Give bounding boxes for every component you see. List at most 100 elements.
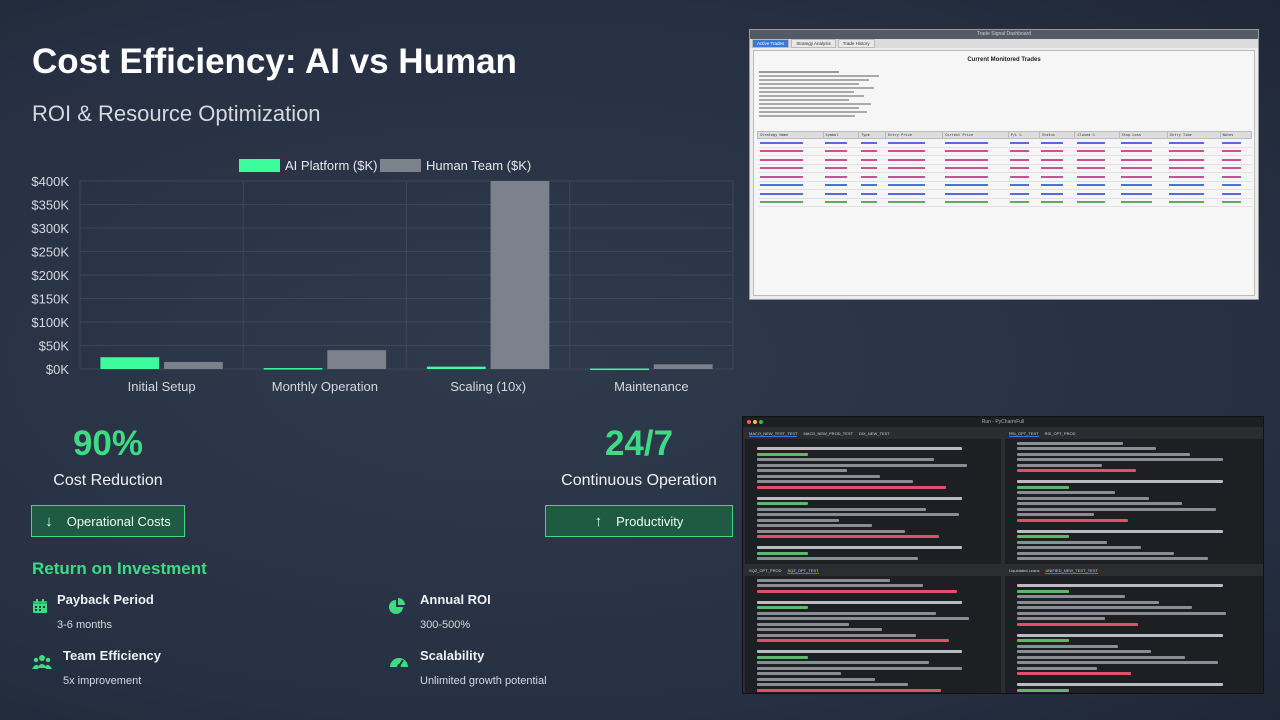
- table-cell: [1167, 155, 1221, 165]
- console-line: [757, 666, 962, 670]
- run-tab[interactable]: RSI_OPT_TEST: [1009, 431, 1039, 437]
- table-cell: [1220, 189, 1252, 199]
- table-cell: [757, 164, 824, 173]
- table-cell: [858, 189, 886, 199]
- run-tab[interactable]: MACD_NEW_PROD_TEST: [803, 431, 853, 436]
- table-row[interactable]: [757, 155, 1252, 165]
- table-cell: [1220, 181, 1252, 190]
- pycharm-run-screenshot: Run - PyCharmFull MACO_NEW_TEST_TEST MAC…: [742, 416, 1264, 694]
- table-cell: [942, 164, 1009, 173]
- y-tick-label: $300K: [31, 221, 69, 236]
- table-cell: [858, 138, 886, 148]
- table-cell: [1119, 164, 1168, 173]
- table-cell: [757, 155, 824, 165]
- column-header[interactable]: Strategy Name: [757, 131, 824, 139]
- roi-item-text: 3-6 months: [57, 619, 113, 631]
- table-row[interactable]: [757, 172, 1252, 182]
- slide-subtitle: ROI & Resource Optimization: [32, 101, 321, 126]
- window-controls: [747, 420, 763, 424]
- console-line: [1017, 518, 1128, 522]
- table-cell: [1167, 172, 1221, 182]
- roi-item-scalability: Scalability Unlimited growth potential: [389, 648, 547, 687]
- console-line: [1017, 485, 1069, 489]
- slide-title: Cost Efficiency: AI vs Human: [32, 42, 517, 81]
- column-header[interactable]: Entry Time: [1166, 131, 1221, 139]
- run-pane-top-left: MACO_NEW_TEST_TEST MACD_NEW_PROD_TEST DI…: [745, 428, 1001, 564]
- operational-costs-button[interactable]: ↓ Operational Costs: [31, 505, 185, 537]
- console-line: [757, 469, 847, 472]
- table-cell: [1220, 147, 1252, 156]
- legend-label: AI Platform ($K): [285, 158, 377, 173]
- console-line: [1017, 672, 1131, 675]
- table-cell: [858, 198, 886, 207]
- y-tick-label: $400K: [31, 174, 69, 189]
- console-line: [757, 677, 875, 681]
- table-cell: [1220, 198, 1252, 207]
- console-line: [757, 507, 926, 511]
- run-tab[interactable]: RSI_OPT_PROD: [1045, 431, 1076, 436]
- table-row[interactable]: [757, 164, 1252, 173]
- table-row[interactable]: [757, 147, 1252, 156]
- bar-ai: [263, 368, 323, 370]
- console-line: [757, 672, 842, 675]
- console-line: [1017, 611, 1226, 615]
- console-line: [757, 458, 934, 461]
- console-line: [757, 650, 962, 653]
- run-tab[interactable]: DIX_NEW_TEST: [859, 431, 890, 436]
- table-cell: [1008, 138, 1040, 148]
- console-line: [757, 474, 880, 478]
- console-line: [1017, 491, 1116, 494]
- run-tab[interactable]: Liquidated.Leans: [1009, 568, 1039, 573]
- console-line: [757, 628, 883, 631]
- console-line: [1017, 447, 1157, 450]
- run-tab[interactable]: SQZ_OPT_TEST: [787, 568, 819, 574]
- table-row[interactable]: [757, 138, 1252, 148]
- bar-human: [164, 361, 223, 369]
- tab-active-trades[interactable]: Active Trades: [752, 39, 790, 48]
- window-title: Run - PyCharmFull: [981, 419, 1025, 425]
- roi-item-heading: Team Efficiency: [63, 648, 162, 663]
- console-line: [1017, 529, 1224, 533]
- table-cell: [885, 172, 943, 182]
- console-line: [1017, 584, 1224, 587]
- table-cell: [757, 189, 824, 199]
- run-tab[interactable]: UNIFIED_NEW_TEST_TEST: [1045, 568, 1098, 574]
- table-cell: [823, 189, 859, 199]
- column-header[interactable]: Type: [858, 131, 887, 139]
- column-header[interactable]: Current Price: [942, 131, 1009, 139]
- column-header[interactable]: Status: [1038, 131, 1076, 139]
- column-header[interactable]: Entry Price: [885, 131, 944, 139]
- table-cell: [1119, 172, 1168, 182]
- productivity-button[interactable]: ↑ Productivity: [545, 505, 733, 537]
- console-line: [757, 502, 809, 505]
- y-tick-label: $350K: [31, 198, 69, 213]
- column-header[interactable]: Notes: [1219, 131, 1253, 139]
- table-cell: [1119, 155, 1168, 165]
- table-row[interactable]: [757, 189, 1252, 199]
- table-cell: [1220, 138, 1252, 148]
- console-line: [1017, 666, 1097, 670]
- table-row[interactable]: [757, 181, 1252, 190]
- tab-strategy-analysis[interactable]: Strategy Analysis: [791, 39, 836, 48]
- table-row[interactable]: [757, 198, 1252, 207]
- column-header[interactable]: Closed %: [1074, 131, 1120, 139]
- column-header[interactable]: Stop Loss: [1118, 131, 1168, 139]
- console-line: [1017, 458, 1224, 461]
- metric-value: 24/7: [604, 424, 674, 463]
- tab-trade-history[interactable]: Trade History: [837, 39, 875, 48]
- run-tab[interactable]: MACO_NEW_TEST_TEST: [749, 431, 798, 437]
- run-tab[interactable]: SQZ_OPT_PROD: [749, 568, 781, 573]
- console-line: [1017, 546, 1141, 549]
- table-cell: [1119, 138, 1168, 148]
- console-line: [757, 584, 924, 587]
- console-line: [1017, 557, 1208, 560]
- column-header[interactable]: P/L %: [1007, 131, 1040, 139]
- users-icon: [32, 655, 52, 669]
- column-header[interactable]: Symbol: [822, 131, 860, 139]
- table-cell: [942, 172, 1009, 182]
- table-cell: [823, 147, 859, 156]
- table-cell: [1039, 189, 1075, 199]
